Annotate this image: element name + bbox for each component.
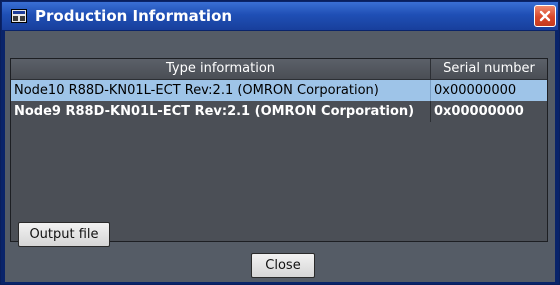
table-row[interactable]: Node10 R88D-KN01L-ECT Rev:2.1 (OMRON Cor… [11,80,547,101]
production-info-table: Type information Serial number Node10 R8… [10,58,548,242]
column-header-serial-number[interactable]: Serial number [431,59,547,79]
serial-number-cell: 0x00000000 [434,83,517,98]
table-header: Type information Serial number [11,59,547,80]
title-bar[interactable]: Production Information [2,2,558,30]
dialog-body: Type information Serial number Node10 R8… [5,31,555,282]
column-header-type-information[interactable]: Type information [11,59,431,79]
table-row[interactable]: Node9 R88D-KN01L-ECT Rev:2.1 (OMRON Corp… [11,101,547,122]
type-information-cell: Node10 R88D-KN01L-ECT Rev:2.1 (OMRON Cor… [11,80,431,101]
output-file-button[interactable]: Output file [18,222,110,247]
serial-number-cell: 0x00000000 [434,104,524,119]
dialog-title: Production Information [35,7,233,25]
close-button[interactable]: Close [251,253,315,278]
close-x-icon[interactable] [534,5,556,27]
type-information-cell: Node9 R88D-KN01L-ECT Rev:2.1 (OMRON Corp… [11,101,431,122]
production-information-dialog: Production Information Type information … [0,0,560,285]
window-icon [11,9,27,23]
